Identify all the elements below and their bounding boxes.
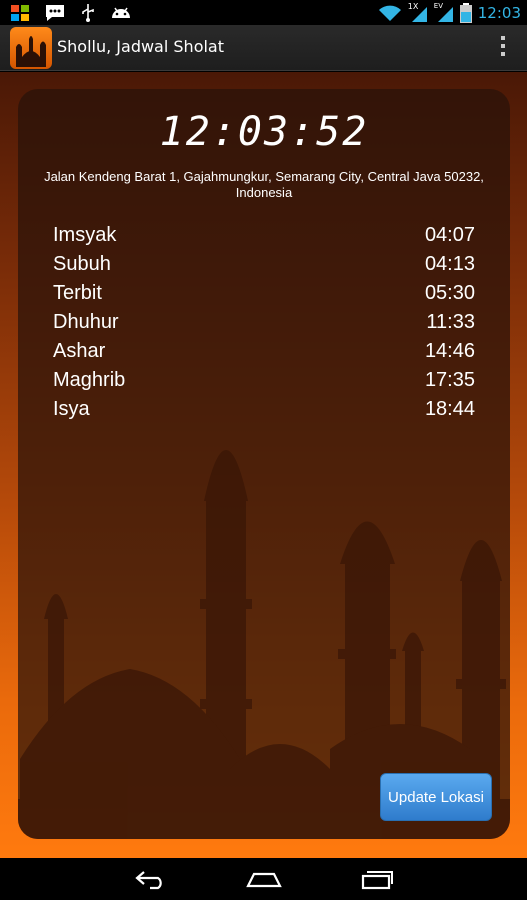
prayer-row-ashar: Ashar 14:46 [53,337,475,366]
signal-icon [437,6,453,22]
prayer-time: 05:30 [424,282,475,304]
prayer-time: 04:07 [424,224,475,246]
app-title: Shollu, Jadwal Sholat [57,37,224,56]
prayer-name: Terbit [53,282,102,304]
prayer-name: Subuh [53,253,111,275]
home-icon[interactable] [246,868,282,890]
signal-icon [411,6,427,22]
action-bar: Shollu, Jadwal Sholat [0,25,527,71]
main-content: 12:03:52 Jalan Kendeng Barat 1, Gajahmun… [0,72,527,858]
location-address: Jalan Kendeng Barat 1, Gajahmungkur, Sem… [44,169,484,200]
prayer-name: Dhuhur [53,311,119,333]
prayer-time: 04:13 [424,253,475,275]
prayer-time: 17:35 [424,369,475,391]
chat-icon [46,4,64,21]
android-icon [112,7,130,18]
battery-icon [459,2,472,23]
prayer-row-subuh: Subuh 04:13 [53,250,475,279]
wifi-icon [378,5,401,21]
signal-1x: 1X [408,2,428,23]
prayer-row-maghrib: Maghrib 17:35 [53,366,475,395]
prayer-time: 18:44 [424,398,475,420]
digital-clock: 12:03:52 [159,109,369,155]
prayer-name: Ashar [53,340,106,362]
back-icon[interactable] [134,868,168,890]
prayer-time: 11:33 [426,311,475,333]
status-bar: 1X EV 12:03 [0,0,527,25]
prayer-name: Maghrib [53,369,126,391]
signal-ev: EV [434,2,454,23]
system-icons: 1X EV 12:03 [378,2,521,23]
prayer-time: 14:46 [424,340,475,362]
mosque-icon [16,36,46,67]
app-logo-icon[interactable] [10,27,52,69]
prayer-row-dhuhur: Dhuhur 11:33 [53,308,475,337]
status-time: 12:03 [477,3,521,22]
prayer-row-imsyak: Imsyak 04:07 [53,221,475,250]
prayer-name: Isya [53,398,90,420]
prayer-panel: 12:03:52 Jalan Kendeng Barat 1, Gajahmun… [18,89,510,839]
prayer-row-terbit: Terbit 05:30 [53,279,475,308]
recent-apps-icon[interactable] [360,868,394,890]
overflow-menu-icon[interactable] [499,36,507,60]
navigation-bar [0,858,527,900]
prayer-name: Imsyak [53,224,117,246]
usb-icon [82,3,94,22]
prayer-times-list: Imsyak 04:07 Subuh 04:13 Terbit 05:30 Dh… [53,221,475,424]
update-location-button[interactable]: Update Lokasi [380,773,492,821]
notification-icons [10,2,132,23]
prayer-row-isya: Isya 18:44 [53,395,475,424]
windows-flag-icon [11,4,29,21]
